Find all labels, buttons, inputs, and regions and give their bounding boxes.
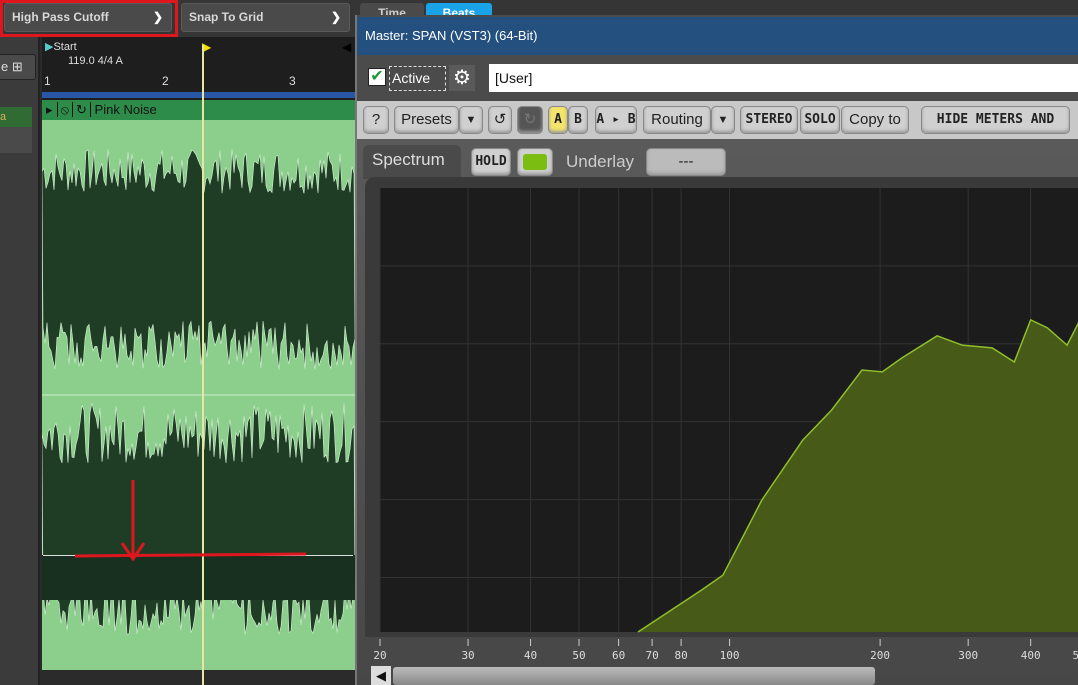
clip-name: Pink Noise: [94, 102, 157, 117]
frequency-scrollbar-thumb[interactable]: [393, 667, 875, 685]
bar-number: 1: [44, 74, 51, 88]
tempo-label: 119.0 4/4 A: [68, 55, 123, 67]
track-item-2[interactable]: [0, 127, 32, 153]
x-tick-label: 100: [720, 649, 740, 662]
highlight-box: [0, 0, 178, 37]
x-tick-label: 300: [958, 649, 978, 662]
plugin-window: Master: SPAN (VST3) (64-Bit) ✔ Active ⚙ …: [355, 15, 1078, 685]
x-tick-label: 30: [461, 649, 474, 662]
track-item[interactable]: a: [0, 107, 32, 127]
clip-header: ▸ ⦸ ↻ Pink Noise: [42, 100, 355, 120]
start-marker[interactable]: ▶Start: [45, 40, 77, 53]
waveform-channel: [42, 148, 355, 370]
loop-range-bar[interactable]: [42, 92, 355, 98]
waveform: [42, 148, 355, 635]
x-tick-label: 70: [645, 649, 658, 662]
mute-icon[interactable]: ⦸: [57, 102, 74, 117]
play-icon[interactable]: ▸: [42, 102, 58, 117]
x-tick-label: 20: [373, 649, 386, 662]
x-tick-label: 50: [572, 649, 585, 662]
x-tick-label: 80: [674, 649, 687, 662]
snap-dropdown[interactable]: Snap To Grid ❯: [181, 3, 350, 32]
bar-number: 2: [162, 74, 169, 88]
x-tick-label: 40: [524, 649, 537, 662]
button-label: e: [1, 59, 9, 74]
grid-icon: ⊞: [11, 59, 23, 74]
chevron-down-icon: ❯: [330, 10, 341, 24]
scroll-left-icon[interactable]: ◀: [371, 666, 391, 685]
end-marker-icon[interactable]: ◀: [342, 40, 351, 54]
audio-clip[interactable]: ▸ ⦸ ↻ Pink Noise: [42, 100, 355, 670]
loop-icon[interactable]: ↻: [73, 102, 91, 117]
playhead-line[interactable]: [202, 45, 204, 685]
spectrum-chart: 20 30 40 50 60 70 80 100 200 300 400 50: [373, 188, 1078, 662]
track-list: e ⊞ a: [0, 37, 40, 685]
x-tick-label: 200: [870, 649, 890, 662]
annotation-arrow: [74, 480, 307, 562]
x-tick-label: 50: [1073, 649, 1078, 662]
timeline-ruler[interactable]: ▶Start 119.0 4/4 A 1 2 3 ▶ ◀: [42, 37, 355, 100]
x-tick-label: 60: [612, 649, 625, 662]
x-tick-label: 400: [1021, 649, 1041, 662]
marker-label: Start: [53, 41, 77, 53]
track-view-button[interactable]: e ⊞: [0, 54, 36, 80]
bar-number: 3: [289, 74, 296, 88]
dropdown-label: Snap To Grid: [189, 10, 264, 24]
